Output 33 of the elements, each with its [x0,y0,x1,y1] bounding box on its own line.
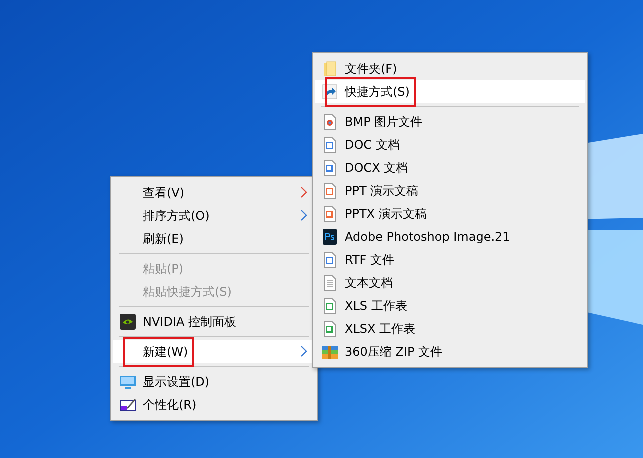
menu-item[interactable]: DOCX 文档 [315,156,585,179]
menu-item[interactable]: RTF 文件 [315,248,585,271]
menu-item[interactable]: 360压缩 ZIP 文件 [315,340,585,363]
menu-item[interactable]: XLS 工作表 [315,294,585,317]
document-file-icon [322,252,338,268]
document-file-icon [322,136,338,152]
menu-item[interactable]: PPTX 演示文稿 [315,202,585,225]
photoshop-file-icon [322,228,338,244]
presentation-file-icon [322,182,338,198]
monitor-icon [120,374,136,390]
image-file-icon [322,114,338,130]
menu-item[interactable]: DOC 文档 [315,133,585,156]
personalize-icon [120,396,136,412]
menu-item[interactable]: 文件夹(F) [315,57,585,80]
menu-item[interactable]: NVIDIA 控制面板 [113,310,315,333]
menu-item[interactable]: BMP 图片文件 [315,110,585,133]
menu-item[interactable]: XLSX 工作表 [315,317,585,340]
presentation-file-icon [322,206,338,222]
menu-item[interactable]: 文本文档 [315,271,585,294]
menu-item[interactable]: 个性化(R) [113,393,315,416]
menu-item[interactable]: 刷新(E) [113,227,315,250]
spreadsheet-file-icon [322,298,338,314]
menu-item[interactable]: Adobe Photoshop Image.21 [315,225,585,248]
menu-item[interactable]: 查看(V) [113,181,315,204]
menu-item[interactable]: 显示设置(D) [113,370,315,393]
spreadsheet-file-icon [322,320,338,336]
text-file-icon [322,274,338,290]
folder-icon [322,60,338,76]
menu-item[interactable]: PPT 演示文稿 [315,179,585,202]
nvidia-logo-icon [120,314,136,330]
archive-file-icon [322,344,338,360]
document-file-icon [322,160,338,176]
menu-item[interactable]: 排序方式(O) [113,204,315,227]
